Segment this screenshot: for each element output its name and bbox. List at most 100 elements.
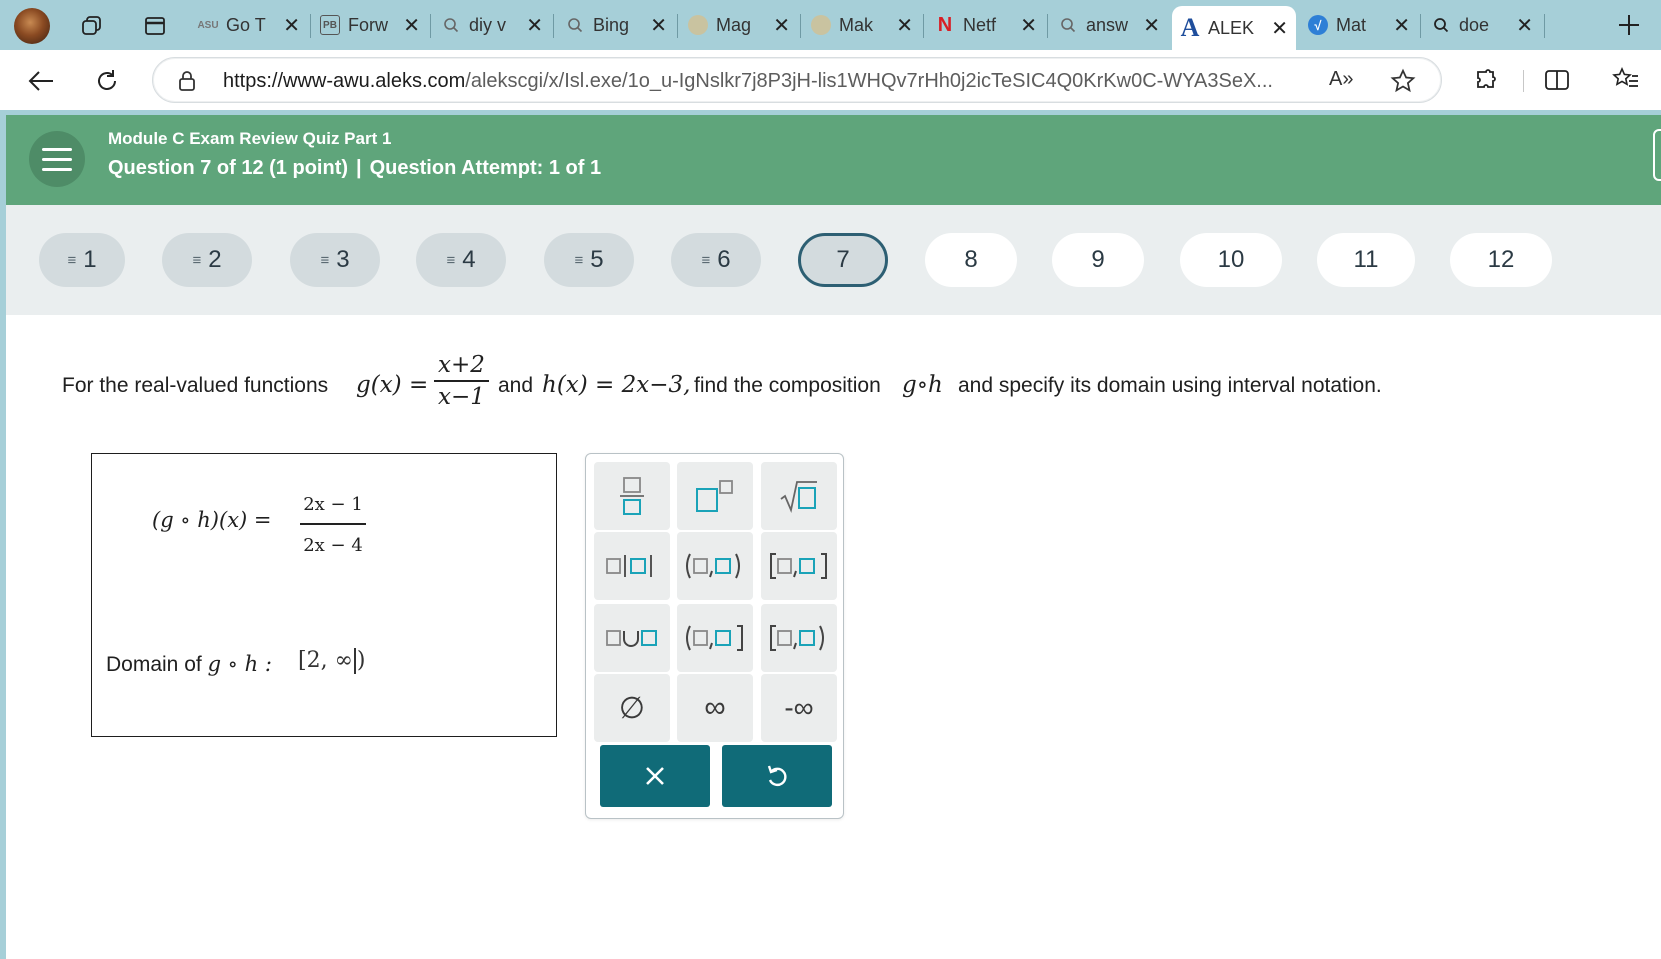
quiz-header: Module C Exam Review Quiz Part 1 Questio… [6,115,1661,205]
union-icon [606,630,657,647]
asu-icon: ASU [197,19,219,31]
refresh-icon[interactable] [90,64,124,98]
question-number: 3 [336,246,350,273]
clear-button[interactable] [600,745,710,807]
open-open-interval-key[interactable] [677,532,753,600]
close-icon[interactable]: ✕ [1516,13,1533,38]
close-icon[interactable]: ✕ [283,13,300,38]
browser-tab[interactable]: Mag ✕ [680,6,798,44]
union-key[interactable] [594,604,670,672]
neg-infinity-key[interactable]: -∞ [761,674,837,742]
question-pill-1[interactable]: ≡ 1 [39,233,125,287]
browser-tab[interactable]: √ Mat ✕ [1300,6,1418,44]
profile-avatar[interactable] [14,8,50,44]
g-fraction: x+2 x−1 [434,352,489,410]
tab-label: diy v [469,14,507,35]
tab-label: Netf [963,14,997,35]
back-icon[interactable] [24,64,58,98]
close-icon[interactable]: ✕ [896,13,913,38]
tab-label: Mat [1336,14,1367,35]
favorites-icon[interactable] [1610,64,1642,96]
tab-label: answ [1086,14,1129,35]
question-pill-2[interactable]: ≡ 2 [162,233,252,287]
url-host: https://www-awu.aleks.com [223,70,466,92]
browser-tab[interactable]: diy v ✕ [433,6,551,44]
browser-tab[interactable]: Mak ✕ [803,6,921,44]
answer-fraction[interactable]: 2x − 1 2x − 4 [300,494,366,556]
question-number: 8 [964,246,978,273]
answer-numerator[interactable]: 2x − 1 [300,494,366,515]
close-icon[interactable]: ✕ [1271,16,1288,41]
infinity-key[interactable]: ∞ [677,674,753,742]
question-pill-8[interactable]: 8 [925,233,1017,287]
question-number: 12 [1487,246,1515,273]
close-icon[interactable]: ✕ [403,13,420,38]
question-navigator: ≡ 1 ≡ 2 ≡ 3 ≡ 4 ≡ 5 ≡ 6 7 8 9 10 11 12 [6,205,1661,315]
tab-actions-icon[interactable] [142,13,168,39]
domain-input[interactable]: [2, ∞) [298,648,366,674]
fraction-key[interactable] [594,462,670,530]
workspaces-icon[interactable] [79,13,105,39]
question-pill-10[interactable]: 10 [1180,233,1282,287]
browser-tab[interactable]: doe ✕ [1423,6,1541,44]
domain-value: [2, ∞ [298,648,353,673]
question-pill-9[interactable]: 9 [1052,233,1144,287]
abs-value-key[interactable] [594,532,670,600]
close-icon[interactable]: ✕ [1143,13,1160,38]
lock-icon[interactable] [177,70,197,97]
browser-tab-strip: ASU Go T ✕ PB Forw ✕ diy v ✕ Bing ✕ Mag … [0,0,1661,50]
browser-tab[interactable]: PB Forw ✕ [312,6,428,44]
browser-tab[interactable]: answ ✕ [1050,6,1168,44]
question-pill-4[interactable]: ≡ 4 [416,233,506,287]
closed-closed-interval-key[interactable] [761,532,837,600]
favorite-star-icon[interactable] [1390,68,1416,99]
new-tab-icon[interactable] [1616,12,1642,38]
close-icon[interactable]: ✕ [526,13,543,38]
question-pill-6[interactable]: ≡ 6 [671,233,761,287]
answer-box[interactable]: (g ∘ h)(x) = 2x − 1 2x − 4 Domain of g ∘… [91,453,557,737]
question-number: 5 [590,246,604,273]
question-pill-12[interactable]: 12 [1450,233,1552,287]
attempt-info: Question Attempt: 1 of 1 [369,157,602,179]
close-icon[interactable]: ✕ [650,13,667,38]
close-icon[interactable]: ✕ [1393,13,1410,38]
empty-set-key[interactable]: ∅ [594,674,670,742]
hamburger-icon [42,147,72,151]
status-separator: | [356,157,362,179]
side-panel-toggle[interactable] [1653,129,1661,181]
address-bar[interactable]: https://www-awu.aleks.com/alekscgi/x/Isl… [152,57,1442,103]
read-aloud-icon[interactable]: A» [1329,68,1353,91]
math-keypad: ∅ ∞ -∞ [585,453,844,819]
browser-tab-active[interactable]: A ALEK ✕ [1172,6,1296,50]
empty-set-icon: ∅ [618,691,646,725]
split-screen-icon[interactable] [1541,64,1573,96]
browser-tab[interactable]: Bing ✕ [557,6,675,44]
extensions-icon[interactable] [1470,64,1502,96]
undo-button[interactable] [722,745,832,807]
fraction-icon [620,477,644,515]
question-pill-5[interactable]: ≡ 5 [544,233,634,287]
search-icon [1431,15,1451,35]
question-number: 1 [83,246,97,273]
sqrt-icon [780,481,817,513]
closed-open-interval-key[interactable] [761,604,837,672]
open-closed-interval-key[interactable] [677,604,753,672]
answered-icon: ≡ [320,251,329,269]
domain-value-close: ) [356,648,366,673]
question-pill-3[interactable]: ≡ 3 [290,233,380,287]
answer-denominator[interactable]: 2x − 4 [300,535,366,556]
question-pill-11[interactable]: 11 [1317,233,1415,287]
superscript-key[interactable] [677,462,753,530]
sqrt-key[interactable] [761,462,837,530]
menu-button[interactable] [29,131,85,187]
close-icon[interactable]: ✕ [773,13,790,38]
pb-icon: PB [320,15,340,35]
close-icon[interactable]: ✕ [1020,13,1037,38]
aleks-app: Module C Exam Review Quiz Part 1 Questio… [6,115,1661,959]
tab-label: doe [1459,14,1490,35]
browser-tab[interactable]: N Netf ✕ [927,6,1045,44]
answered-icon: ≡ [701,251,710,269]
domain-label: Domain of g ∘ h : [106,652,272,677]
question-pill-7[interactable]: 7 [798,233,888,287]
browser-tab[interactable]: ASU Go T ✕ [190,6,308,44]
